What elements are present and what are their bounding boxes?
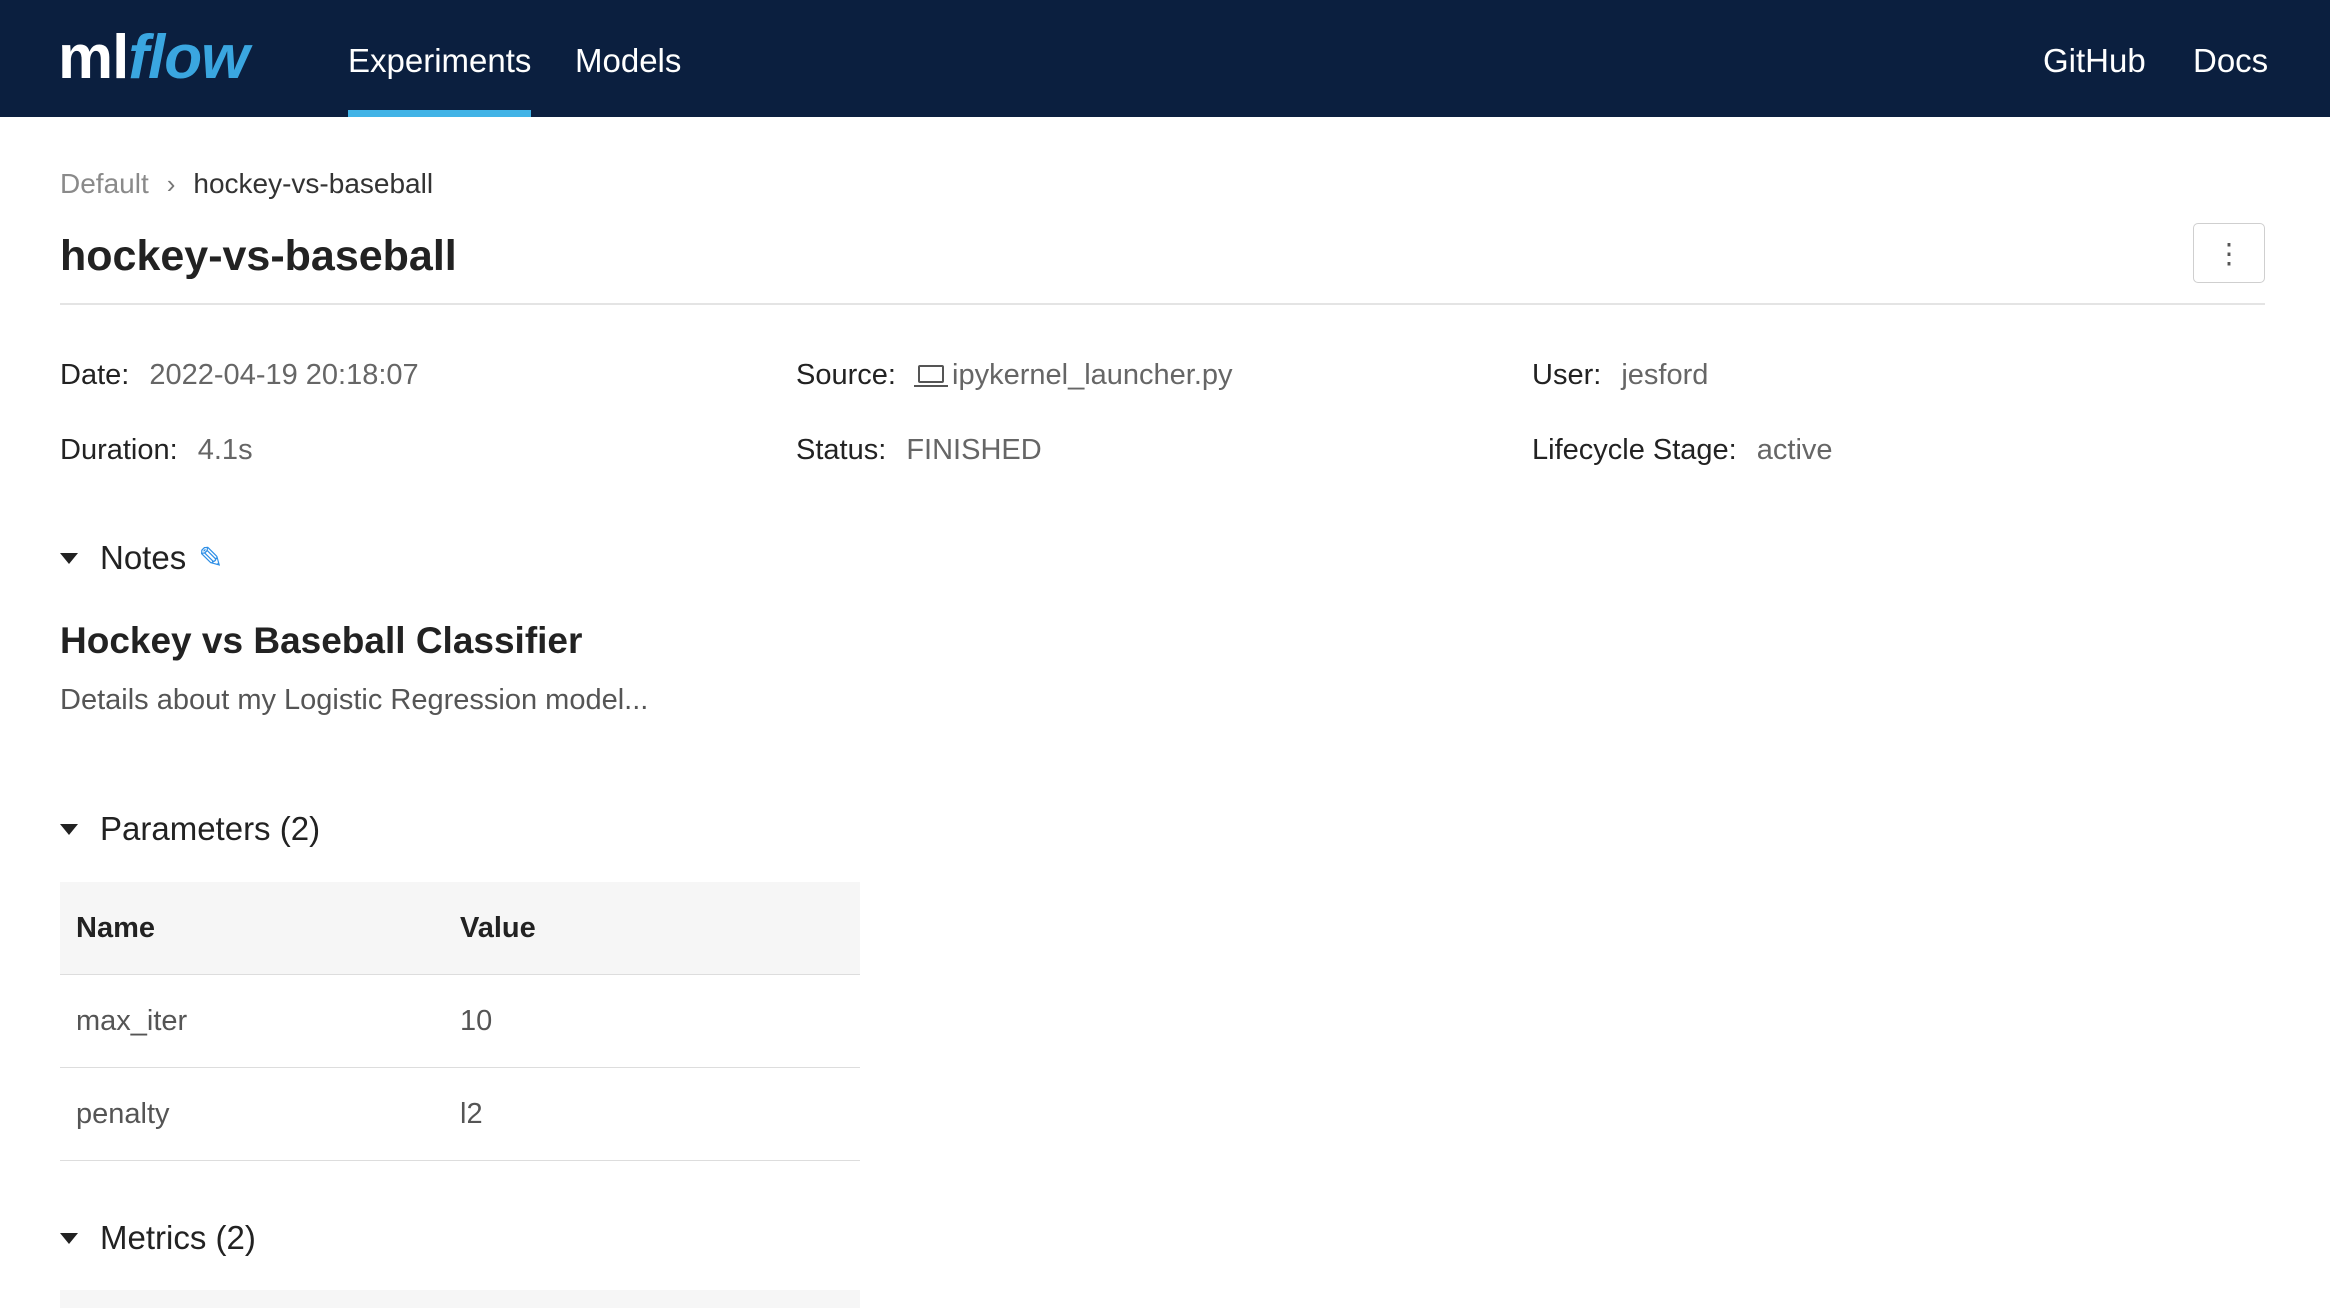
nav-docs-link[interactable]: Docs [2193, 0, 2268, 117]
logo-ml: ml [58, 23, 129, 92]
column-header-name[interactable]: Name [60, 912, 460, 945]
duration-value: 4.1s [197, 434, 253, 466]
title-divider [60, 303, 2265, 305]
parameters-section-toggle[interactable]: Parameters (2) [60, 807, 320, 851]
user-label: User [1532, 359, 1594, 391]
meta-status: Status: FINISHED [796, 434, 1042, 466]
param-value: l2 [460, 1097, 483, 1130]
source-value[interactable]: ipykernel_launcher.py [952, 359, 1233, 391]
parameters-table: Name Value max_iter 10 penalty l2 [60, 882, 860, 1161]
meta-lifecycle: Lifecycle Stage: active [1532, 434, 1833, 466]
caret-down-icon [60, 1232, 78, 1244]
nav-github-link[interactable]: GitHub [2043, 0, 2146, 117]
table-row: penalty l2 [60, 1068, 860, 1161]
breadcrumb: Default › hockey-vs-baseball [60, 168, 433, 200]
metrics-heading: Metrics (2) [100, 1219, 256, 1256]
param-value: 10 [460, 1004, 493, 1037]
source-label: Source [796, 359, 888, 391]
breadcrumb-default-link[interactable]: Default [60, 168, 149, 200]
metrics-section-toggle[interactable]: Metrics (2) [60, 1216, 256, 1260]
table-row: max_iter 10 [60, 975, 860, 1068]
edit-icon[interactable]: ✎ [198, 541, 223, 576]
table-header-row: Name Value [60, 882, 860, 975]
meta-duration: Duration: 4.1s [60, 434, 253, 466]
status-value: FINISHED [906, 434, 1042, 466]
notes-section-toggle[interactable]: Notes ✎ [60, 536, 223, 580]
mlflow-logo[interactable]: ml flow [58, 10, 249, 106]
nav-experiments[interactable]: Experiments [348, 0, 532, 117]
param-name: penalty [76, 1097, 170, 1130]
duration-label: Duration [60, 434, 170, 466]
lifecycle-label: Lifecycle Stage [1532, 434, 1729, 466]
nav-models[interactable]: Models [575, 0, 681, 117]
breadcrumb-current: hockey-vs-baseball [193, 168, 434, 199]
logo-flow: flow [128, 23, 249, 92]
meta-date: Date: 2022-04-19 20:18:07 [60, 359, 419, 391]
notes-title: Hockey vs Baseball Classifier [60, 620, 583, 661]
top-nav-bar: ml flow Experiments Models GitHub Docs [0, 0, 2330, 117]
column-header-value[interactable]: Value [460, 912, 860, 945]
more-options-button[interactable]: ⋮ [2193, 223, 2265, 283]
chevron-right-icon: › [166, 168, 176, 199]
date-label: Date [60, 359, 122, 391]
caret-down-icon [60, 823, 78, 835]
notes-body: Details about my Logistic Regression mod… [60, 684, 649, 716]
lifecycle-value: active [1756, 434, 1833, 466]
param-name: max_iter [76, 1004, 188, 1037]
parameters-heading: Parameters (2) [100, 810, 321, 847]
page-title: hockey-vs-baseball [60, 232, 457, 280]
caret-down-icon [60, 552, 78, 564]
kebab-menu-icon: ⋮ [2215, 237, 2243, 269]
notes-heading: Notes [100, 539, 187, 576]
user-value: jesford [1621, 359, 1709, 391]
laptop-icon [914, 365, 949, 388]
status-label: Status [796, 434, 879, 466]
metrics-table-header [60, 1290, 860, 1308]
meta-user: User: jesford [1532, 359, 1709, 391]
date-value: 2022-04-19 20:18:07 [149, 359, 419, 391]
meta-source: Source: ipykernel_launcher.py [796, 359, 1233, 391]
